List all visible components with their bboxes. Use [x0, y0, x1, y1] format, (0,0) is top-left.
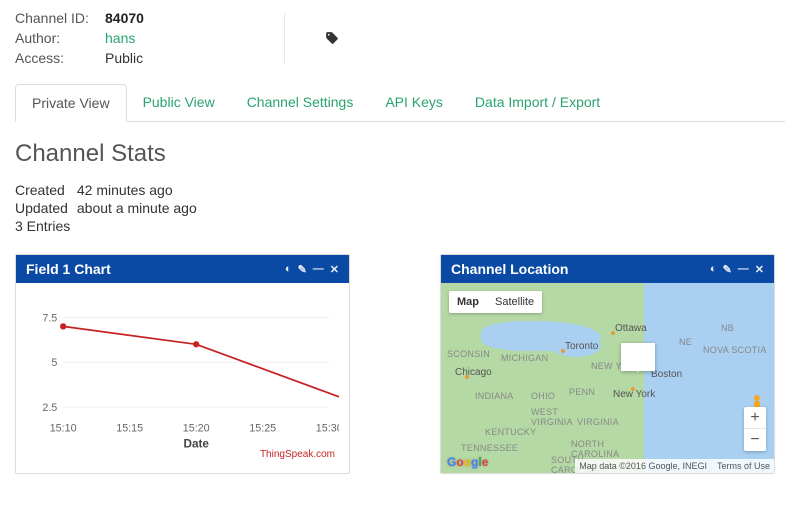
svg-text:15:10: 15:10 — [50, 423, 77, 435]
svg-text:15:25: 15:25 — [249, 423, 276, 435]
map-label: PENN — [569, 387, 595, 397]
map-label: MICHIGAN — [501, 353, 548, 363]
channel-meta: Channel ID: 84070 Author: hans Access: P… — [15, 10, 785, 66]
section-title: Channel Stats — [15, 140, 785, 168]
vertical-separator — [284, 13, 285, 63]
map-label: SCONSIN — [447, 349, 490, 359]
svg-text:7.5: 7.5 — [42, 312, 57, 324]
map-label: TENNESSEE — [461, 443, 518, 453]
svg-text:5: 5 — [51, 357, 57, 369]
panel-help-icon[interactable]: ◐ — [710, 263, 717, 276]
panel-help-icon[interactable]: ◐ — [285, 263, 292, 276]
zoom-out-button[interactable]: − — [744, 429, 766, 451]
panel-edit-icon[interactable]: ✎ — [723, 263, 732, 276]
map-city: Toronto — [565, 341, 598, 352]
map-terms-link[interactable]: Terms of Use — [717, 461, 770, 471]
zoom-in-button[interactable]: + — [744, 407, 766, 429]
channel-stats: Created 42 minutes ago Updated about a m… — [15, 182, 785, 234]
stats-updated: about a minute ago — [77, 200, 197, 216]
stats-entries: 3 Entries — [15, 218, 70, 234]
map-label: NOVA SCOTIA — [703, 345, 767, 355]
svg-text:15:20: 15:20 — [183, 423, 210, 435]
map-footer: Map data ©2016 Google, INEGI Terms of Us… — [575, 459, 774, 473]
chart-attribution: ThingSpeak.com — [260, 449, 335, 460]
map[interactable]: SCONSIN MICHIGAN OHIO INDIANA PENN NEW Y… — [441, 283, 774, 473]
map-label: KENTUCKY — [485, 427, 536, 437]
location-panel: Channel Location ◐ ✎ — ✕ SCONSIN MICHIGA… — [440, 254, 775, 474]
panel-close-icon[interactable]: ✕ — [755, 263, 764, 276]
map-infowindow[interactable] — [621, 343, 655, 371]
tag-icon — [325, 31, 339, 45]
panel-minimize-icon[interactable]: — — [738, 263, 749, 276]
map-zoom-control: + − — [744, 407, 766, 451]
stats-created-label: Created — [15, 182, 73, 198]
map-label: NE — [679, 337, 692, 347]
tabs: Private View Public View Channel Setting… — [15, 84, 785, 122]
svg-text:2.5: 2.5 — [42, 402, 57, 414]
map-city: Ottawa — [615, 323, 647, 334]
meta-channel-id-label: Channel ID: — [15, 10, 105, 26]
map-type-satellite[interactable]: Satellite — [487, 291, 542, 313]
map-type-control: Map Satellite — [449, 291, 542, 313]
map-city: Boston — [651, 369, 682, 380]
map-attribution: Map data ©2016 Google, INEGI — [579, 461, 707, 471]
map-city: New York — [613, 389, 655, 400]
svg-text:15:30: 15:30 — [316, 423, 339, 435]
map-city: Chicago — [455, 367, 492, 378]
meta-access: Public — [105, 50, 144, 66]
tab-channel-settings[interactable]: Channel Settings — [231, 84, 370, 121]
meta-channel-id: 84070 — [105, 10, 144, 26]
stats-updated-label: Updated — [15, 200, 73, 216]
map-label: VIRGINIA — [577, 417, 619, 427]
map-label: INDIANA — [475, 391, 514, 401]
tab-private-view[interactable]: Private View — [15, 84, 127, 122]
svg-text:Date: Date — [183, 437, 209, 450]
panel-edit-icon[interactable]: ✎ — [298, 263, 307, 276]
panel-close-icon[interactable]: ✕ — [330, 263, 339, 276]
map-label: NB — [721, 323, 734, 333]
meta-author-label: Author: — [15, 30, 105, 46]
google-logo: Google — [447, 455, 488, 469]
tab-data-import-export[interactable]: Data Import / Export — [459, 84, 616, 121]
field-chart: 2.5 5 7.5 15:10 15:15 15:20 15:25 15:30 Date — [26, 293, 339, 453]
meta-author-link[interactable]: hans — [105, 30, 144, 46]
field-chart-title: Field 1 Chart — [26, 261, 111, 277]
map-label: OHIO — [531, 391, 555, 401]
map-type-map[interactable]: Map — [449, 291, 487, 313]
panel-minimize-icon[interactable]: — — [313, 263, 324, 276]
field-chart-panel: Field 1 Chart ◐ ✎ — ✕ 2.5 5 7.5 15:10 15:15 1… — [15, 254, 350, 474]
tab-public-view[interactable]: Public View — [127, 84, 231, 121]
svg-text:15:15: 15:15 — [116, 423, 143, 435]
meta-access-label: Access: — [15, 50, 105, 66]
tab-api-keys[interactable]: API Keys — [369, 84, 459, 121]
location-panel-title: Channel Location — [451, 261, 568, 277]
map-label: WEST VIRGINIA — [531, 407, 573, 427]
stats-created: 42 minutes ago — [77, 182, 173, 198]
